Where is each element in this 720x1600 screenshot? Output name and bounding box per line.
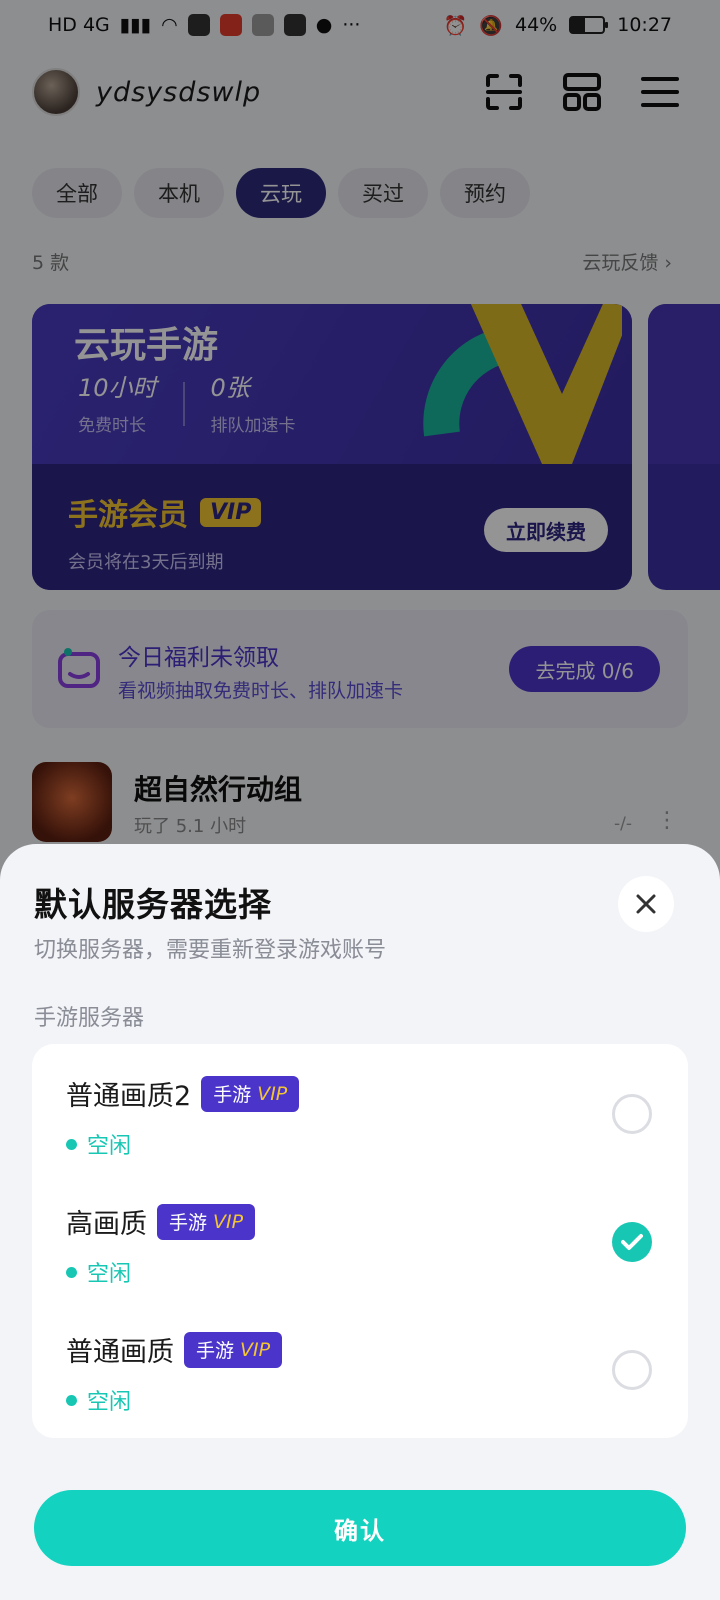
status-dot-icon bbox=[66, 1394, 77, 1406]
vip-badge: 手游 VIP bbox=[201, 1075, 300, 1112]
server-select-sheet: 默认服务器选择 切换服务器，需要重新登录游戏账号 手游服务器 普通画质2 手游 V… bbox=[0, 844, 720, 1600]
server-radio[interactable] bbox=[612, 1094, 652, 1134]
server-option-high[interactable]: 高画质 手游 VIP 空闲 bbox=[32, 1172, 688, 1300]
server-option-normal-2[interactable]: 普通画质2 手游 VIP 空闲 bbox=[32, 1044, 688, 1172]
server-radio-selected[interactable] bbox=[612, 1222, 652, 1262]
server-status: 空闲 bbox=[66, 1384, 131, 1416]
server-name: 普通画质 bbox=[66, 1337, 174, 1368]
sheet-title: 默认服务器选择 bbox=[34, 885, 272, 924]
close-icon bbox=[636, 894, 656, 914]
status-dot-icon bbox=[66, 1266, 77, 1278]
vip-badge: 手游 VIP bbox=[157, 1203, 256, 1240]
server-radio[interactable] bbox=[612, 1350, 652, 1390]
server-status: 空闲 bbox=[66, 1128, 131, 1160]
close-button[interactable] bbox=[618, 876, 674, 932]
server-status: 空闲 bbox=[66, 1256, 131, 1288]
sheet-subtitle: 切换服务器，需要重新登录游戏账号 bbox=[34, 938, 387, 963]
confirm-button[interactable]: 确认 bbox=[34, 1490, 686, 1566]
server-name: 普通画质2 bbox=[66, 1081, 192, 1112]
server-name: 高画质 bbox=[66, 1209, 147, 1240]
server-list: 普通画质2 手游 VIP 空闲 高画质 手游 VIP 空闲 普通画质 手游 VIP 空… bbox=[32, 1044, 688, 1438]
status-dot-icon bbox=[66, 1138, 77, 1150]
vip-badge: 手游 VIP bbox=[184, 1331, 283, 1368]
check-icon bbox=[621, 1234, 643, 1250]
section-label: 手游服务器 bbox=[34, 1006, 145, 1031]
server-option-normal[interactable]: 普通画质 手游 VIP 空闲 bbox=[32, 1300, 688, 1428]
